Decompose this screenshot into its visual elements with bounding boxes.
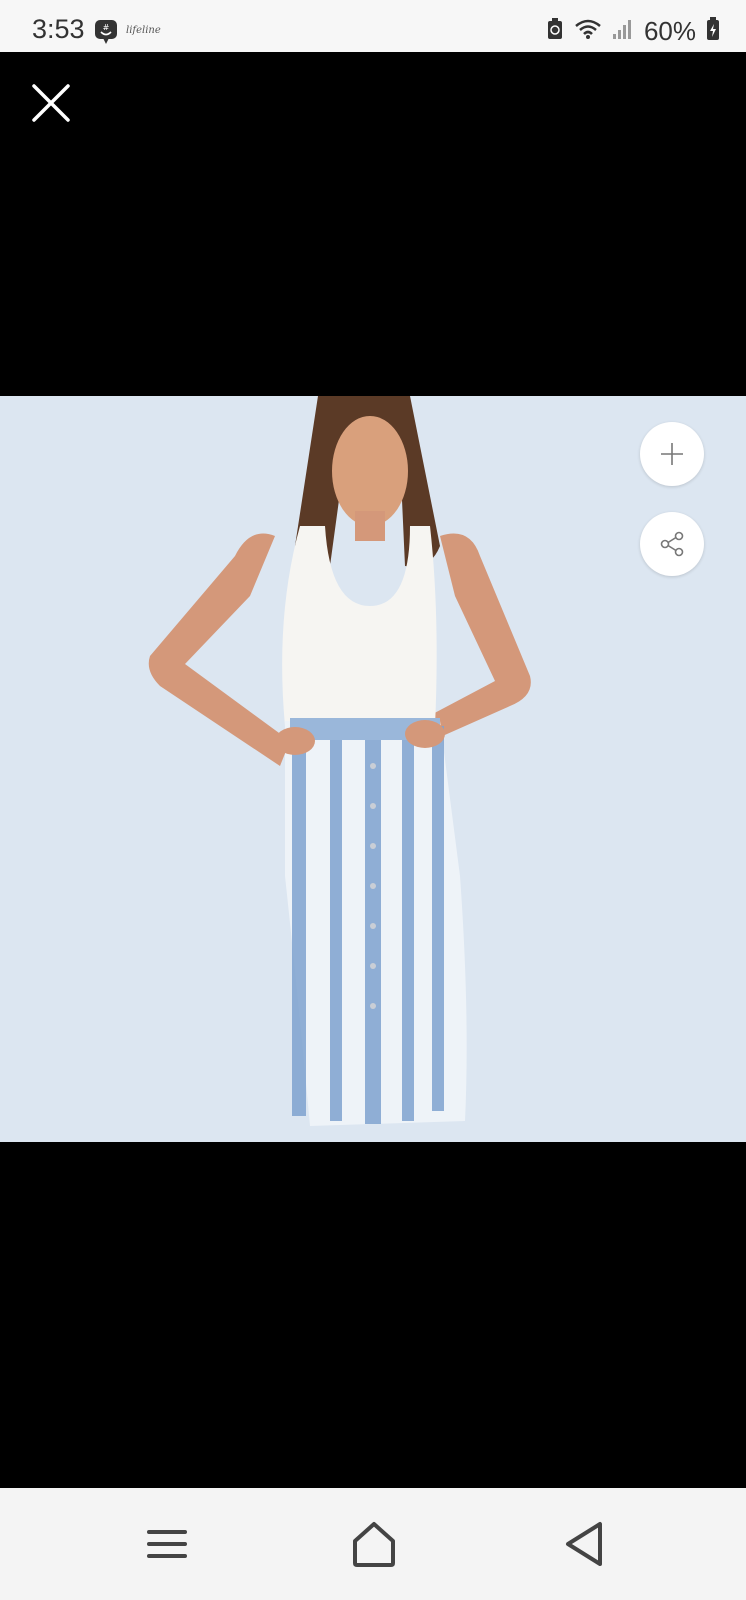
recent-apps-icon	[147, 1530, 187, 1558]
skirt-stripe	[432, 726, 444, 1111]
back-icon	[566, 1522, 602, 1566]
status-bar: 3:53 # lifeline 60%	[0, 0, 746, 52]
product-image[interactable]	[0, 396, 746, 1142]
right-hand-shape	[405, 720, 445, 748]
recent-apps-button[interactable]	[131, 1508, 203, 1580]
status-app-script: lifeline	[126, 25, 161, 36]
close-icon	[32, 84, 70, 122]
back-button[interactable]	[549, 1508, 621, 1580]
status-right-cluster: 60%	[546, 16, 720, 47]
model-photo	[0, 396, 746, 1142]
skirt-stripe	[292, 726, 306, 1116]
left-hand-shape	[275, 727, 315, 755]
status-time: 3:53	[32, 14, 85, 44]
share-button[interactable]	[640, 512, 704, 576]
close-button[interactable]	[26, 78, 76, 128]
skirt-stripe	[402, 726, 414, 1121]
battery-percent: 60%	[643, 16, 696, 46]
wifi-icon	[574, 18, 602, 45]
home-icon	[353, 1522, 395, 1567]
face-shape	[332, 416, 408, 526]
svg-text:#: #	[103, 23, 110, 32]
plus-icon	[661, 443, 683, 465]
groupme-icon: #	[94, 19, 118, 44]
battery-icon	[706, 17, 720, 46]
zoom-button[interactable]	[640, 422, 704, 486]
skirt-stripe	[330, 726, 342, 1121]
battery-saver-icon	[546, 17, 564, 46]
system-nav-bar	[0, 1488, 746, 1600]
signal-icon	[612, 18, 634, 45]
home-button[interactable]	[338, 1508, 410, 1580]
share-icon	[660, 531, 684, 557]
